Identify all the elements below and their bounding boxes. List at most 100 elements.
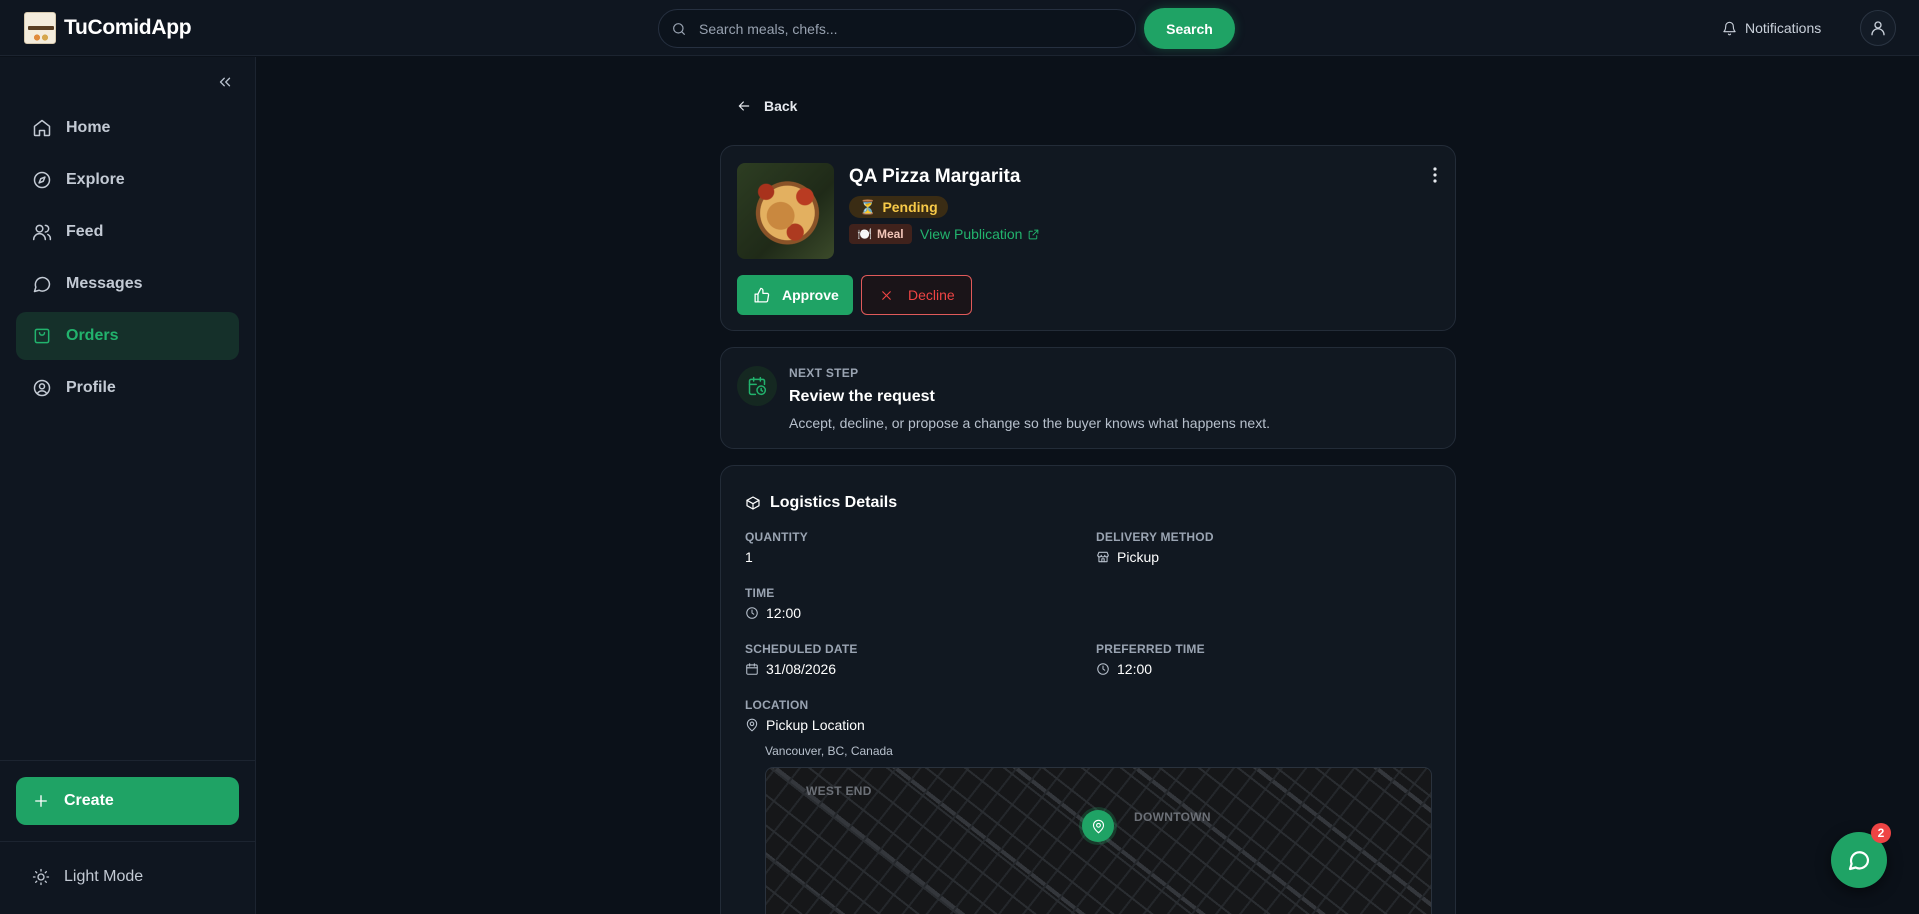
quantity-label: QUANTITY — [745, 530, 808, 544]
user-circle-icon — [32, 378, 52, 398]
unread-count-badge: 2 — [1871, 823, 1891, 843]
quantity-value: 1 — [745, 549, 753, 565]
notifications-button[interactable]: Notifications — [1722, 17, 1821, 39]
map-label-west-end: WEST END — [806, 784, 872, 798]
approve-button[interactable]: Approve — [737, 275, 853, 315]
compass-icon — [32, 170, 52, 190]
next-step-card: NEXT STEP Review the request Accept, dec… — [720, 347, 1456, 449]
sidebar-item-feed[interactable]: Feed — [16, 208, 239, 256]
sidebar-item-label: Profile — [66, 379, 116, 396]
clock-icon — [745, 606, 759, 620]
decline-button[interactable]: Decline — [861, 275, 972, 315]
user-icon — [1869, 19, 1887, 37]
scheduled-date-value: 31/08/2026 — [745, 661, 836, 677]
decline-label: Decline — [908, 287, 955, 303]
logistics-card: Logistics Details QUANTITY 1 DELIVERY ME… — [720, 465, 1456, 914]
next-step-title: Review the request — [789, 388, 935, 405]
store-icon — [1096, 550, 1110, 564]
more-vertical-icon — [1427, 166, 1443, 184]
calendar-icon — [745, 662, 759, 676]
scheduled-date-label: SCHEDULED DATE — [745, 642, 858, 656]
app-logo[interactable] — [24, 12, 56, 44]
chat-bubble-icon — [32, 274, 52, 294]
location-label: LOCATION — [745, 698, 809, 712]
next-step-label: NEXT STEP — [789, 366, 859, 380]
status-text: Pending — [882, 199, 938, 215]
meal-title: QA Pizza Margarita — [849, 166, 1021, 187]
clock-icon — [1096, 662, 1110, 676]
create-button-label: Create — [64, 792, 114, 809]
sidebar-item-orders[interactable]: Orders — [16, 312, 239, 360]
preferred-time-text: 12:00 — [1117, 661, 1153, 677]
view-publication-label: View Publication — [920, 226, 1023, 242]
home-icon — [32, 118, 52, 138]
next-step-description: Accept, decline, or propose a change so … — [789, 415, 1270, 431]
map-pin-icon — [1091, 819, 1106, 834]
sidebar-item-explore[interactable]: Explore — [16, 156, 239, 204]
delivery-method-label: DELIVERY METHOD — [1096, 530, 1214, 544]
sidebar-item-messages[interactable]: Messages — [16, 260, 239, 308]
close-icon — [879, 288, 894, 303]
app-name[interactable]: TuComidApp — [64, 16, 192, 40]
sidebar-item-label: Orders — [66, 327, 119, 344]
type-text: Meal — [876, 227, 904, 241]
sidebar-item-label: Messages — [66, 275, 143, 292]
plate-icon: 🍽️ — [857, 227, 872, 241]
calendar-clock-icon — [737, 366, 777, 406]
arrow-left-icon — [736, 98, 752, 114]
user-menu-button[interactable] — [1860, 10, 1896, 46]
preferred-time-label: PREFERRED TIME — [1096, 642, 1205, 656]
back-label: Back — [764, 98, 798, 114]
order-summary-card: QA Pizza Margarita ⏳ Pending 🍽️ Meal Vie… — [720, 145, 1456, 331]
sidebar-divider — [0, 760, 256, 761]
theme-toggle[interactable]: Light Mode — [32, 868, 143, 886]
type-badge: 🍽️ Meal — [849, 224, 912, 244]
back-link[interactable]: Back — [736, 98, 797, 114]
sidebar-item-label: Explore — [66, 171, 125, 188]
time-label: TIME — [745, 586, 775, 600]
sidebar-divider — [0, 841, 256, 842]
scheduled-date-text: 31/08/2026 — [766, 661, 837, 677]
theme-toggle-label: Light Mode — [64, 868, 144, 885]
location-address: Vancouver, BC, Canada — [765, 744, 893, 758]
bell-icon — [1722, 21, 1737, 36]
search-button[interactable]: Search — [1144, 8, 1235, 49]
quantity-text: 1 — [745, 549, 753, 565]
logistics-header: Logistics Details — [745, 494, 897, 512]
collapse-sidebar-button[interactable] — [216, 73, 234, 91]
status-badge: ⏳ Pending — [849, 196, 948, 218]
time-value: 12:00 — [745, 605, 801, 621]
sidebar: Home Explore Feed Messages Orders Profil… — [0, 57, 256, 914]
time-text: 12:00 — [766, 605, 802, 621]
hourglass-icon: ⏳ — [859, 198, 877, 215]
search-box — [658, 9, 1136, 48]
map-location-marker[interactable] — [1082, 810, 1114, 842]
package-icon — [745, 495, 761, 511]
search-input[interactable] — [699, 10, 1119, 47]
delivery-method-value: Pickup — [1096, 549, 1159, 565]
view-publication-link[interactable]: View Publication — [920, 224, 1040, 244]
thumbs-up-icon — [753, 287, 770, 304]
plus-icon — [32, 792, 50, 810]
delivery-method-text: Pickup — [1117, 549, 1160, 565]
chevrons-left-icon — [216, 73, 234, 91]
chat-bubble-icon — [1847, 848, 1871, 872]
notifications-label: Notifications — [1745, 20, 1822, 36]
sidebar-item-label: Feed — [66, 223, 104, 240]
logistics-title: Logistics Details — [770, 494, 898, 511]
shopping-bag-icon — [32, 326, 52, 346]
location-text: Pickup Location — [766, 717, 865, 733]
approve-label: Approve — [782, 287, 839, 303]
create-button[interactable]: Create — [16, 777, 239, 825]
sun-icon — [32, 868, 50, 886]
users-icon — [32, 222, 52, 242]
top-bar: TuComidApp Search Notifications — [0, 0, 1919, 56]
map-pin-icon — [745, 718, 759, 732]
location-value: Pickup Location — [745, 717, 865, 733]
meal-thumbnail[interactable] — [737, 163, 834, 259]
sidebar-item-profile[interactable]: Profile — [16, 364, 239, 412]
sidebar-item-home[interactable]: Home — [16, 104, 239, 152]
external-link-icon — [1027, 228, 1040, 241]
location-map[interactable]: WEST END DOWNTOWN — [765, 767, 1432, 914]
more-options-button[interactable] — [1427, 166, 1443, 184]
